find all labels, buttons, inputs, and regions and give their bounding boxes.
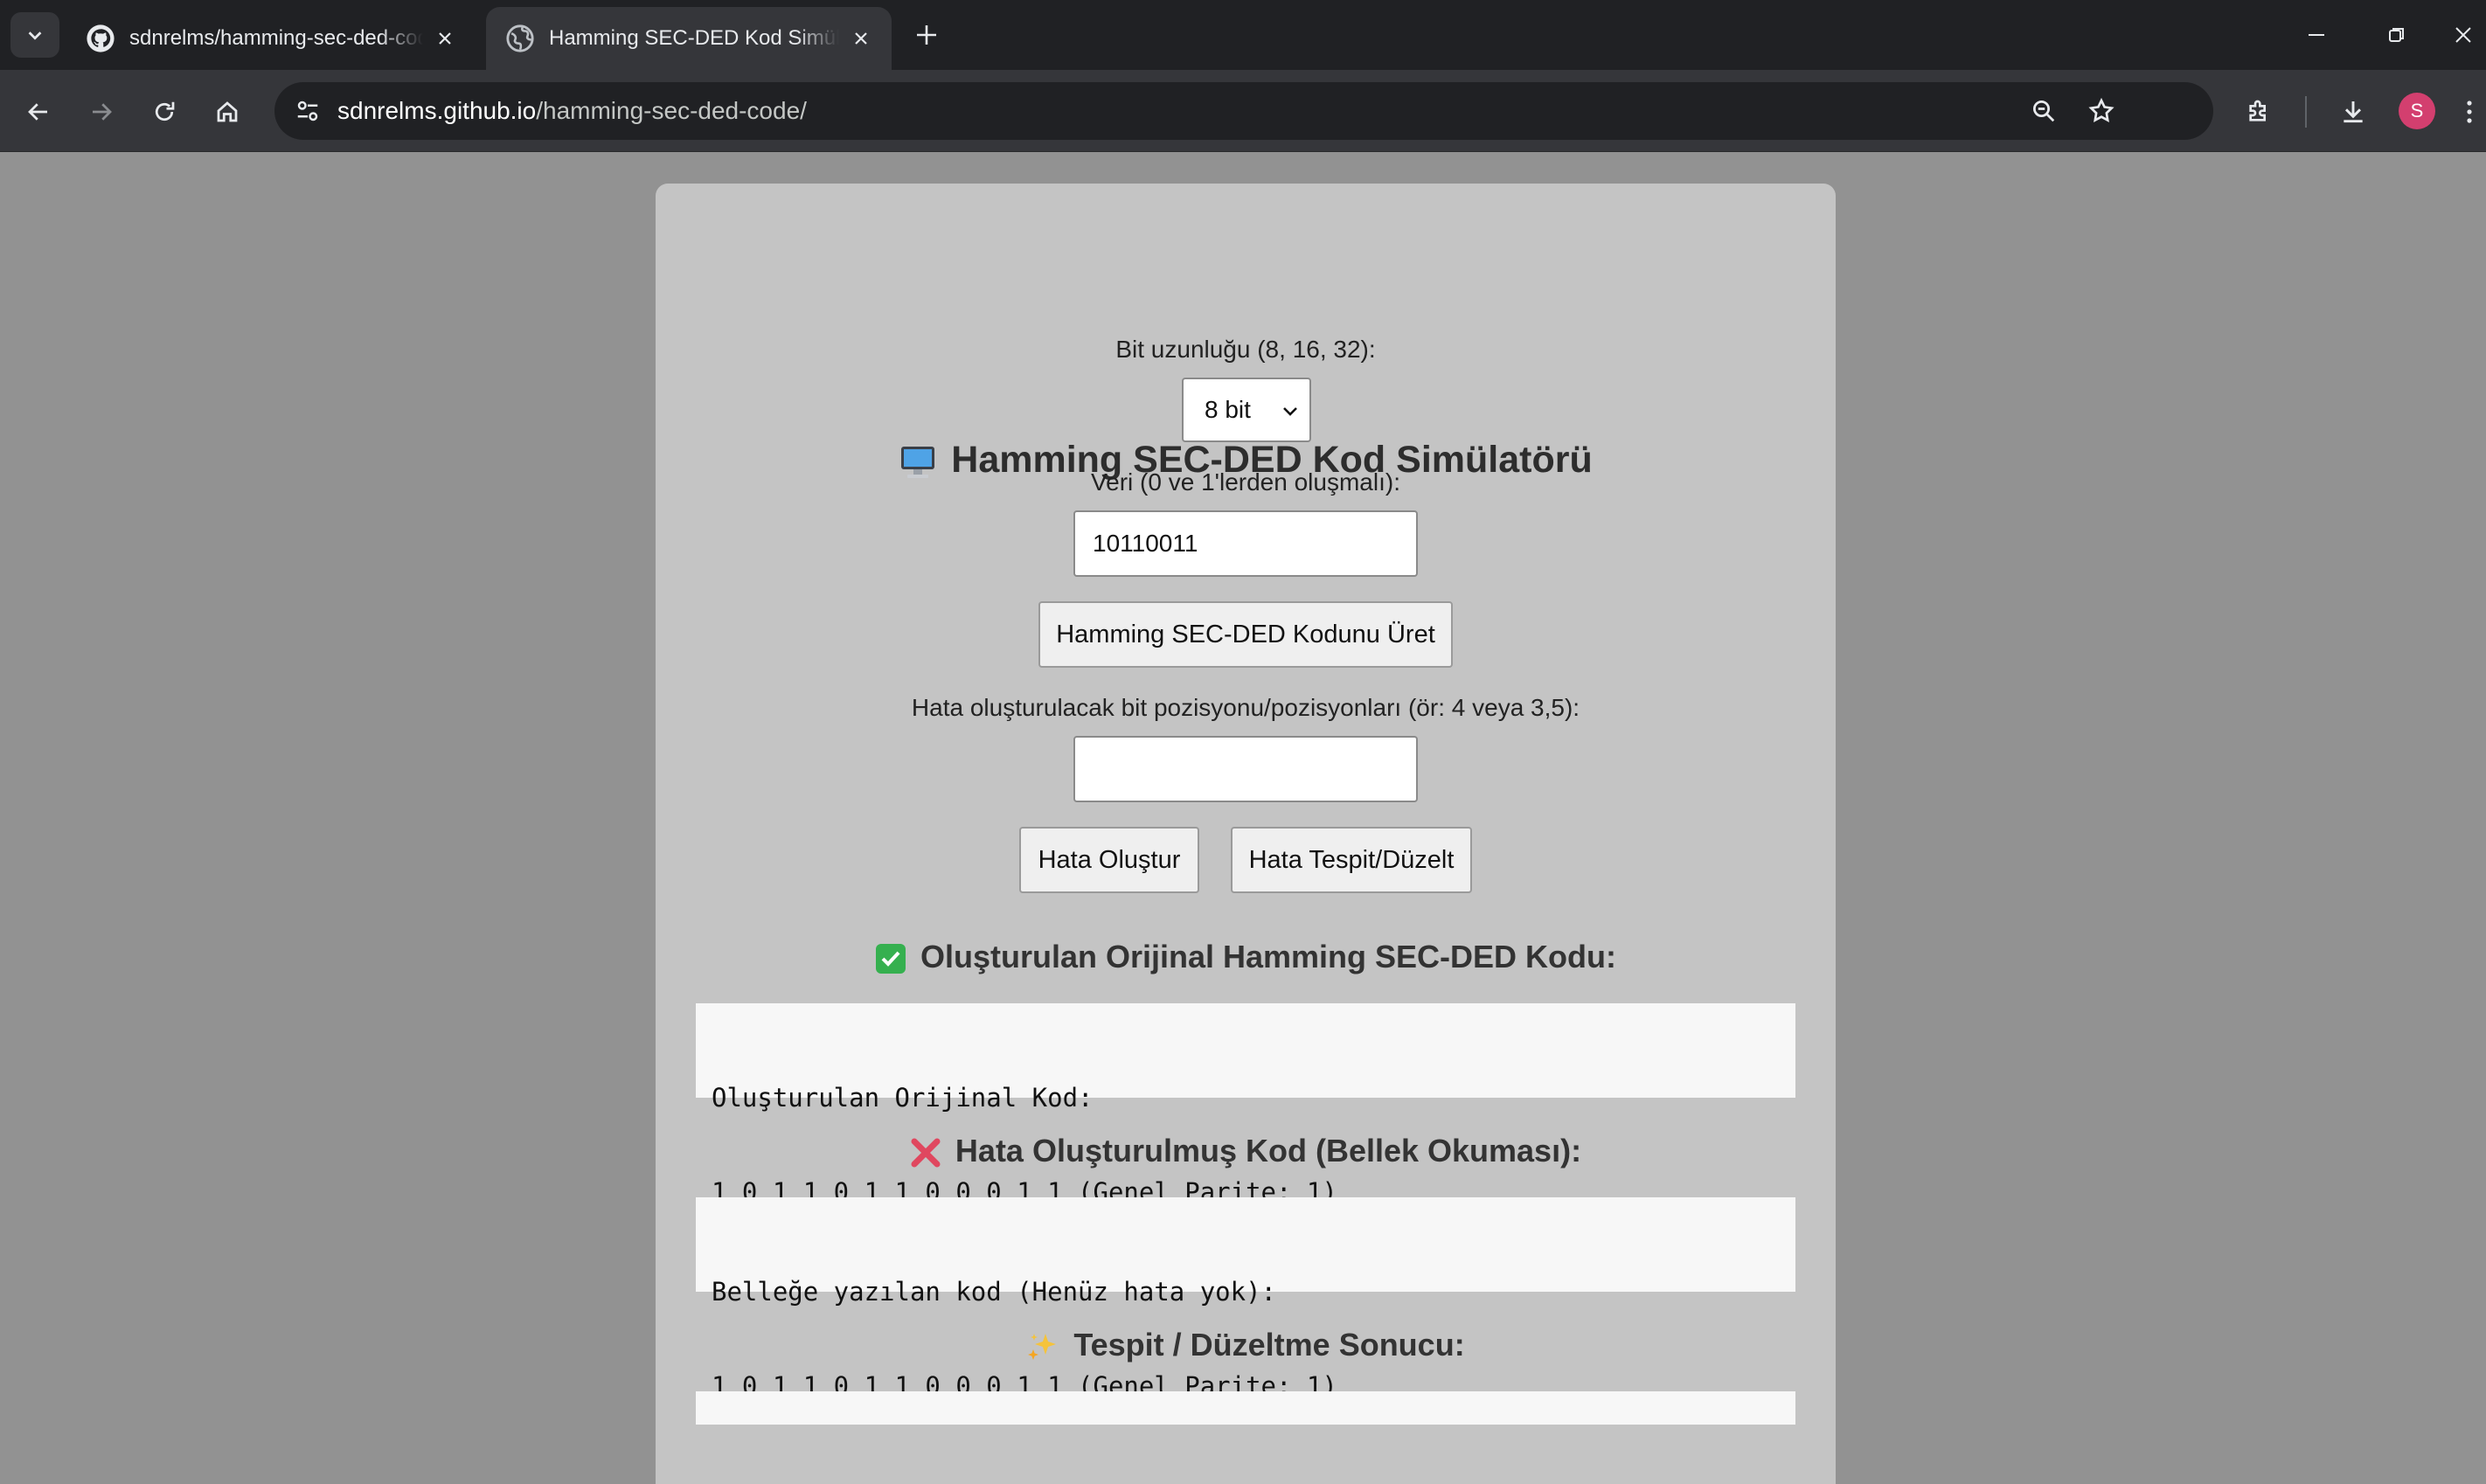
more-vert-icon — [2467, 101, 2472, 123]
zoom-button[interactable] — [2023, 90, 2065, 132]
chevron-down-icon — [1283, 407, 1297, 416]
error-position-input[interactable] — [1073, 736, 1418, 802]
data-label: Veri (0 ve 1'lerden oluşmalı): — [1091, 468, 1400, 496]
arrow-left-icon — [28, 103, 47, 121]
bit-length-label: Bit uzunluğu (8, 16, 32): — [1115, 336, 1376, 363]
restore-icon — [2389, 28, 2404, 42]
extensions-button[interactable] — [2236, 89, 2281, 135]
downloads-button[interactable] — [2330, 89, 2376, 135]
result-heading: Tespit / Düzeltme Sonucu: — [656, 1327, 1836, 1363]
sparkles-icon — [1028, 1334, 1057, 1361]
cross-mark-icon — [911, 1138, 941, 1168]
forward-button[interactable] — [79, 89, 124, 135]
minimize-button[interactable] — [2290, 12, 2343, 58]
original-code-line1: Oluşturulan Orijinal Kod: — [712, 1083, 1094, 1113]
bit-length-value: 8 bit — [1205, 396, 1251, 423]
tab-title: Hamming SEC-DED Kod Simülatörü — [549, 26, 839, 50]
bookmark-button[interactable] — [2080, 90, 2122, 132]
reload-button[interactable] — [142, 89, 187, 135]
new-tab-button[interactable] — [909, 17, 944, 52]
close-icon — [2455, 27, 2471, 43]
corrupted-code-output: Belleğe yazılan kod (Henüz hata yok): 1 … — [696, 1197, 1795, 1401]
url-text: sdnrelms.github.io/hamming-sec-ded-code/ — [337, 82, 807, 140]
url-path: /hamming-sec-ded-code/ — [536, 97, 807, 124]
minimize-icon — [2309, 34, 2324, 36]
corrupted-code-heading: Hata Oluşturulmuş Kod (Bellek Okuması): — [656, 1133, 1836, 1169]
close-tab-icon[interactable] — [430, 24, 460, 53]
browser-toolbar: sdnrelms.github.io/hamming-sec-ded-code/… — [0, 70, 2486, 152]
data-input[interactable]: 10110011 — [1073, 510, 1418, 577]
tab-search-button[interactable] — [10, 12, 59, 58]
check-mark-icon — [875, 944, 906, 974]
reload-icon — [155, 101, 175, 121]
original-code-output: Oluşturulan Orijinal Kod: 1 0 1 1 0 1 1 … — [696, 1003, 1795, 1207]
error-position-label: Hata oluşturulacak bit pozisyonu/pozisyo… — [911, 694, 1580, 721]
chevron-down-icon — [28, 31, 42, 40]
home-icon — [217, 101, 238, 122]
profile-avatar[interactable]: S — [2399, 93, 2435, 129]
site-info-icon[interactable] — [287, 90, 329, 132]
tab-simulator[interactable]: Hamming SEC-DED Kod Simülatörü — [486, 7, 892, 70]
menu-button[interactable] — [2453, 89, 2486, 135]
simulator-card: Hamming SEC-DED Kod Simülatörü Bit uzunl… — [656, 184, 1836, 1484]
tab-title: sdnrelms/hamming-sec-ded-code — [129, 26, 423, 50]
close-tab-icon[interactable] — [846, 24, 876, 53]
tab-strip: sdnrelms/hamming-sec-ded-code Hamming SE… — [0, 0, 2486, 70]
globe-icon — [506, 24, 534, 52]
toolbar-divider — [2305, 96, 2307, 128]
generate-code-button[interactable]: Hamming SEC-DED Kodunu Üret — [1038, 601, 1453, 668]
detect-correct-button[interactable]: Hata Tespit/Düzelt — [1231, 827, 1472, 893]
arrow-right-icon — [93, 103, 112, 121]
star-icon — [2088, 97, 2114, 122]
plus-icon — [917, 25, 936, 45]
puzzle-icon — [2249, 100, 2266, 121]
result-heading-text: Tespit / Düzeltme Sonucu: — [1073, 1327, 1465, 1363]
back-button[interactable] — [16, 89, 61, 135]
original-code-heading: Oluşturulan Orijinal Hamming SEC-DED Kod… — [656, 939, 1836, 975]
restore-button[interactable] — [2371, 12, 2423, 58]
download-icon — [2344, 101, 2363, 123]
tab-github[interactable]: sdnrelms/hamming-sec-ded-code — [66, 7, 476, 70]
zoom-out-icon — [2033, 101, 2055, 122]
original-code-heading-text: Oluşturulan Orijinal Hamming SEC-DED Kod… — [920, 939, 1617, 974]
url-host: sdnrelms.github.io — [337, 97, 537, 124]
result-output — [696, 1391, 1795, 1425]
home-button[interactable] — [205, 89, 250, 135]
close-window-button[interactable] — [2441, 12, 2486, 58]
address-bar[interactable]: sdnrelms.github.io/hamming-sec-ded-code/ — [274, 82, 2213, 140]
create-error-button[interactable]: Hata Oluştur — [1019, 827, 1199, 893]
github-icon — [87, 24, 115, 52]
corrupted-code-line1: Belleğe yazılan kod (Henüz hata yok): — [712, 1277, 1277, 1307]
bit-length-select[interactable]: 8 bit — [1182, 378, 1311, 442]
corrupted-code-heading-text: Hata Oluşturulmuş Kod (Bellek Okuması): — [955, 1133, 1582, 1168]
